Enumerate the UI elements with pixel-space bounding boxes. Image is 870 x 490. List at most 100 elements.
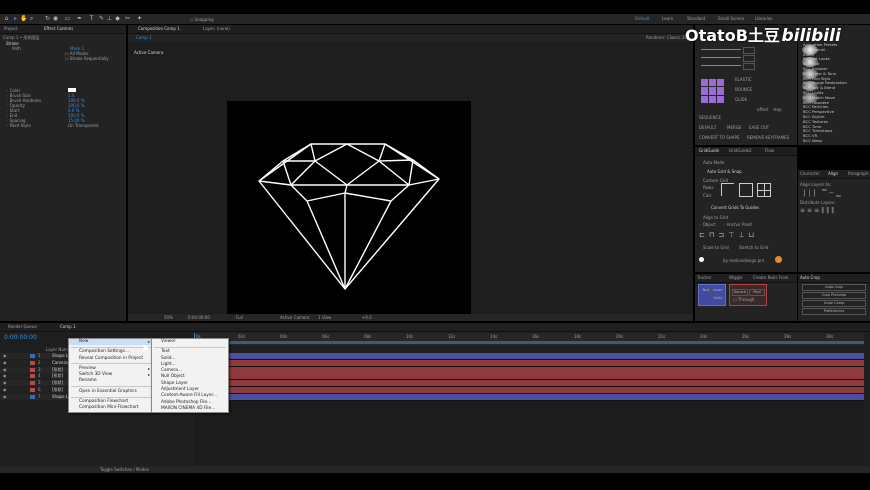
context-menu-item[interactable]: New ▸ [69, 339, 153, 346]
tab-comp-timeline[interactable]: Comp 1 [60, 324, 76, 329]
submenu-item[interactable]: MAXON CINEMA 4D File... [152, 406, 228, 412]
sequence-label[interactable]: SEQUENCE [699, 115, 721, 120]
merge-button[interactable]: MERGE [727, 125, 741, 130]
scale-comp-button[interactable]: Scale Comp [802, 300, 866, 307]
find-button[interactable]: Find [749, 289, 765, 296]
auto-grid-button[interactable]: Auto Grid & Snap [707, 169, 742, 174]
eraser-tool-icon[interactable]: ◆ [114, 15, 121, 22]
remove-keyframes-button[interactable]: REMOVE KEYFRAMES [747, 135, 789, 140]
puppet-tool-icon[interactable]: ✦ [136, 15, 143, 22]
rectangle-tool-icon[interactable]: ▭ [64, 15, 71, 22]
toggle-switches-modes[interactable]: Toggle Switches / Modes [100, 467, 149, 472]
context-menu-item[interactable]: Composition Mini-Flowchart [69, 405, 153, 411]
stretch-to-grid-button[interactable]: Stretch to Grid [739, 245, 768, 250]
tab-effect-controls[interactable]: Effect Controls [44, 26, 73, 31]
tracker-null-button[interactable]: Null [701, 287, 711, 294]
color-swatch[interactable] [68, 88, 76, 92]
tab-tracker[interactable]: Tracker [697, 275, 711, 280]
preferences-button[interactable]: Preferences [802, 308, 866, 315]
slider-row[interactable] [701, 47, 761, 55]
align-right-icon[interactable]: ▏ [814, 190, 822, 197]
object-radio[interactable]: ◦ Object [699, 222, 716, 227]
selection-tool-icon[interactable]: ▸ [12, 15, 19, 22]
workspace-small-screen[interactable]: Small Screen [718, 16, 744, 21]
tab-align[interactable]: Align [828, 171, 838, 176]
tab-auto-crop[interactable]: Auto Crop [800, 275, 820, 280]
align-center-icon[interactable]: ⊓ [709, 231, 718, 239]
tab-gridguide2[interactable]: GridGuide2 [729, 148, 752, 153]
tab-flow[interactable]: Flow [765, 148, 774, 153]
align-left-icon[interactable]: ⊏ [699, 231, 709, 239]
source-button[interactable]: Source [732, 289, 748, 296]
hand-tool-icon[interactable]: ✋ [20, 15, 27, 22]
through-checkbox[interactable]: ☐ Through [733, 297, 754, 302]
prop-value[interactable]: On Transparent [68, 123, 99, 128]
home-icon[interactable]: ⌂ [3, 15, 10, 22]
slider-row[interactable] [701, 55, 761, 63]
workspace-learn[interactable]: Learn [662, 16, 673, 21]
preset-grid[interactable] [701, 79, 725, 103]
auto-crop-button[interactable]: Auto Crop [802, 284, 866, 291]
context-menu-item[interactable]: Rename [69, 378, 153, 384]
stroke-sequentially-checkbox[interactable]: ☐ Stroke Sequentially [65, 56, 109, 61]
submenu-item[interactable]: Viewer [152, 339, 228, 345]
tab-paragraph[interactable]: Paragraph [848, 171, 869, 176]
comp-subtab[interactable]: Comp 1 [136, 35, 152, 40]
tab-create-nulls[interactable]: Create Nulls From [753, 275, 789, 280]
workspace-standard[interactable]: Standard [687, 16, 705, 21]
distribute-icon[interactable]: ≡ [800, 207, 807, 214]
camera-tool-icon[interactable]: ◉ [52, 15, 59, 22]
context-menu-item[interactable]: Open in Essential Graphics [69, 389, 153, 395]
workspace-default[interactable]: Default [635, 16, 650, 21]
tab-gridguide[interactable]: GridGuide [699, 148, 719, 153]
view-dropdown[interactable]: Active Camera [280, 315, 309, 320]
tab-wiggle[interactable]: Wiggle [729, 275, 743, 280]
align-top-icon[interactable]: ▔ [822, 190, 830, 197]
brush-tool-icon[interactable]: ✎ [98, 15, 105, 22]
workspace-libraries[interactable]: Libraries [755, 16, 772, 21]
settings-icon[interactable] [699, 257, 704, 262]
tracker-solid-button[interactable]: Solid [711, 295, 724, 302]
viewer-timecode[interactable]: 0:00:00:00 [188, 315, 210, 320]
default-button[interactable]: DEFAULT [699, 125, 716, 130]
grid-preset-3[interactable] [757, 183, 771, 197]
align-bottom-icon[interactable]: ▁ [836, 190, 844, 197]
tracker-layer-button[interactable]: Layer [711, 287, 724, 294]
timeline-timecode[interactable]: 0:00:00:00 [4, 334, 37, 341]
work-area-bar[interactable] [194, 341, 864, 344]
anchor-point-radio[interactable]: ◦ Anchor Point [723, 222, 752, 227]
prop-paint-style[interactable]: ◦ Paint Style On Transparent [6, 123, 124, 128]
tab-composition[interactable]: Composition Comp 1 [138, 26, 180, 31]
exposure-value[interactable]: +0.0 [362, 315, 372, 320]
align-top-icon[interactable]: ⊤ [728, 231, 738, 239]
align-left-icon[interactable]: ▕ [800, 190, 808, 197]
context-menu-item[interactable]: Reveal Composition in Project [69, 356, 153, 362]
crop-precomp-button[interactable]: Crop Precomp [802, 292, 866, 299]
scale-to-grid-button[interactable]: Scale to Grid [703, 245, 729, 250]
time-ruler[interactable]: 0s 02s 04s 06s 08s 10s 12s 14s 16s 18s 20s 22s 24s 26… [194, 333, 864, 345]
layer-tab[interactable]: Layer: (none) [203, 26, 230, 31]
rotate-tool-icon[interactable]: ↻ [44, 15, 51, 22]
align-middle-icon[interactable]: ⊥ [738, 231, 748, 239]
zoom-dropdown[interactable]: 50% [164, 315, 173, 320]
ease-button[interactable]: EASE OUT [749, 125, 769, 130]
align-bottom-icon[interactable]: ⊔ [748, 231, 757, 239]
tab-character[interactable]: Character [800, 171, 820, 176]
tab-render-queue[interactable]: Render Queue [8, 324, 37, 329]
layer-duration-bar[interactable] [228, 393, 864, 401]
snapping-checkbox[interactable]: ☐ Snapping [190, 17, 214, 22]
composition-canvas[interactable] [227, 101, 471, 315]
views-dropdown[interactable]: 1 View [318, 315, 331, 320]
convert-to-shape-button[interactable]: CONVERT TO SHAPE [699, 135, 740, 140]
slider-row[interactable] [701, 63, 761, 71]
grid-preset-2[interactable] [739, 183, 753, 197]
type-tool-icon[interactable]: T [88, 15, 95, 22]
convert-grids-button[interactable]: Convert Grids To Guides [711, 205, 759, 210]
zoom-tool-icon[interactable]: ⌕ [28, 15, 35, 22]
quality-dropdown[interactable]: Full [236, 315, 243, 320]
bounce-label[interactable]: BOUNCE [735, 87, 752, 92]
distribute-icon[interactable]: ≡ [807, 207, 814, 214]
tab-project[interactable]: Project [4, 26, 18, 31]
elastic-label[interactable]: ELASTIC [735, 77, 752, 82]
distribute-icon[interactable]: ‖ [831, 207, 836, 214]
